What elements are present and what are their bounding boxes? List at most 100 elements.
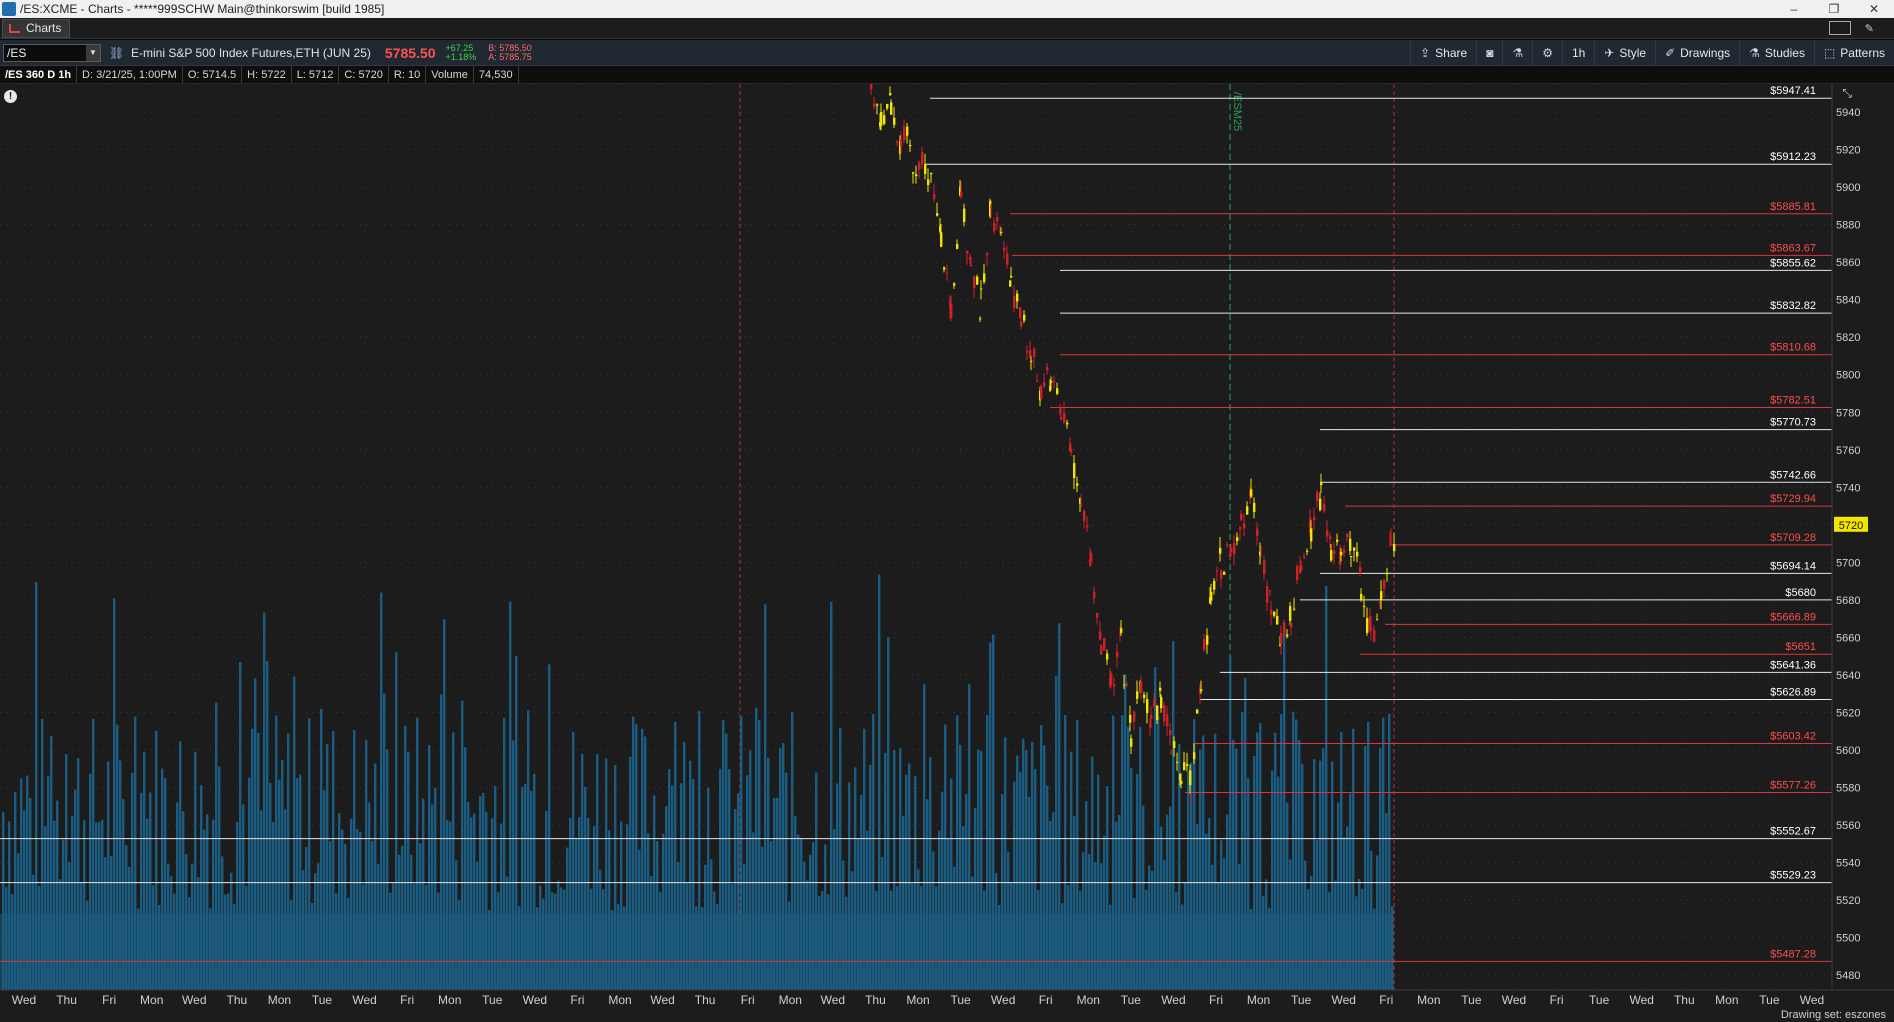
candle-body <box>1300 564 1303 571</box>
candle-body <box>927 179 930 186</box>
price-level-label: $5782.51 <box>1770 395 1816 407</box>
style-button[interactable]: ✈ Style <box>1594 40 1655 65</box>
candle-body <box>903 126 906 141</box>
maximize-button[interactable]: ❐ <box>1814 2 1854 16</box>
chart-name[interactable]: /ES 360 D 1h <box>0 66 78 83</box>
price-level-label: $5770.73 <box>1770 417 1816 429</box>
y-tick-label: 5840 <box>1836 295 1860 307</box>
candle-body <box>893 117 896 125</box>
patterns-button[interactable]: ⬚ Patterns <box>1813 40 1894 65</box>
candle-body <box>1349 538 1352 551</box>
price-level-label: $5694.14 <box>1770 560 1816 572</box>
studies-button[interactable]: ⚗ Studies <box>1739 40 1814 65</box>
x-tick-label: Wed <box>1161 993 1185 1007</box>
minimize-button[interactable]: – <box>1774 2 1814 16</box>
tab-charts-label: Charts <box>26 21 62 35</box>
candle-body <box>1280 633 1283 644</box>
candle-body <box>1343 549 1346 553</box>
candle-body <box>1173 741 1176 748</box>
style-label: Style <box>1619 45 1647 60</box>
chart-icon <box>9 23 20 33</box>
candle-body <box>1193 752 1196 760</box>
x-tick-label: Mon <box>1417 993 1440 1007</box>
chevron-down-icon[interactable]: ▼ <box>86 44 100 61</box>
share-button[interactable]: ⇪ Share <box>1410 40 1476 65</box>
candle-body <box>1243 523 1246 529</box>
candle-body <box>966 250 969 254</box>
x-tick-label: Tue <box>1291 993 1312 1007</box>
x-tick-label: Mon <box>1247 993 1270 1007</box>
bar-range: R: 10 <box>389 66 427 83</box>
x-tick-label: Mon <box>140 993 163 1007</box>
y-tick-label: 5520 <box>1836 895 1860 907</box>
pin-icon[interactable]: ✎ <box>1865 22 1874 35</box>
candle-body <box>1356 551 1359 557</box>
candle-body <box>1230 547 1233 553</box>
candle-body <box>1303 556 1306 558</box>
y-tick-label: 5680 <box>1836 595 1860 607</box>
x-tick-label: Wed <box>1331 993 1355 1007</box>
candle-body <box>1210 591 1213 601</box>
y-tick-label: 5860 <box>1836 257 1860 269</box>
candle-body <box>1236 537 1239 541</box>
snapshot-button[interactable]: ◙ <box>1476 40 1502 65</box>
settings-button[interactable]: ⚙ <box>1532 40 1562 65</box>
pencil-icon: ✐ <box>1665 45 1676 60</box>
candle-body <box>1306 550 1309 552</box>
y-tick-label: 5620 <box>1836 707 1860 719</box>
expand-icon[interactable]: ⤡ <box>1842 86 1852 101</box>
link-icon[interactable]: ⛓ <box>109 46 124 60</box>
alert-icon[interactable]: ! <box>4 90 17 103</box>
candle-body <box>1330 549 1333 561</box>
y-tick-label: 5660 <box>1836 632 1860 644</box>
price-level-label: $5810.68 <box>1770 342 1816 354</box>
candle-body <box>1386 572 1389 575</box>
bar-date: D: 3/21/25, 1:00PM <box>77 66 183 83</box>
candle-body <box>1180 780 1183 785</box>
layout-icon[interactable] <box>1828 21 1851 35</box>
price-level-label: $5855.62 <box>1770 257 1816 269</box>
chart-area[interactable]: Wed Thu Fri Mon Wed Thu Mon Tue Wed Fri Mon Tue Wed F… <box>0 84 1894 1022</box>
price-chart[interactable]: Wed Thu Fri Mon Wed Thu Mon Tue Wed Fri Mon Tue Wed F… <box>0 84 1894 1022</box>
candle-body <box>1239 527 1242 530</box>
price-level-label: $5912.23 <box>1770 151 1816 163</box>
y-tick-label: 5880 <box>1836 220 1860 232</box>
x-tick-label: Fri <box>570 993 584 1007</box>
x-tick-label: Fri <box>1209 993 1223 1007</box>
y-tick-label: 5900 <box>1836 182 1860 194</box>
price-level-label: $5680 <box>1785 587 1816 599</box>
candle-body <box>1269 590 1272 592</box>
gear-icon: ⚙ <box>1542 45 1553 60</box>
candle-body <box>1000 232 1003 234</box>
candle-body <box>1023 314 1026 321</box>
interval-button[interactable]: 1h <box>1561 40 1594 65</box>
candle-body <box>1110 673 1113 685</box>
candle-body <box>1380 591 1383 600</box>
flask-button[interactable]: ⚗ <box>1502 40 1532 65</box>
y-tick-label: 5560 <box>1836 820 1860 832</box>
x-tick-label: Fri <box>400 993 414 1007</box>
close-button[interactable]: ✕ <box>1854 2 1894 16</box>
candle-body <box>1100 645 1103 655</box>
candle-body <box>1130 738 1133 747</box>
drawings-button[interactable]: ✐ Drawings <box>1655 40 1739 65</box>
y-tick-label: 5820 <box>1836 332 1860 344</box>
candle-body <box>1170 752 1173 754</box>
candle-body <box>1336 539 1339 542</box>
candle-body <box>1183 762 1186 771</box>
candle-body <box>1276 616 1279 625</box>
tab-charts[interactable]: Charts <box>2 18 71 38</box>
candle-body <box>1200 689 1203 692</box>
x-tick-label: Thu <box>227 993 248 1007</box>
candle-body <box>1169 730 1172 736</box>
symbol-input[interactable]: /ES ▼ <box>3 43 101 62</box>
candle-body <box>883 115 886 124</box>
candle-body <box>986 253 989 256</box>
candle-body <box>1006 253 1009 265</box>
candle-body <box>1223 572 1226 575</box>
candle-body <box>1190 795 1193 797</box>
price-level-label: $5729.94 <box>1770 493 1816 505</box>
candle-body <box>1373 629 1376 642</box>
x-tick-label: Thu <box>1674 993 1695 1007</box>
share-icon: ⇪ <box>1420 45 1431 60</box>
